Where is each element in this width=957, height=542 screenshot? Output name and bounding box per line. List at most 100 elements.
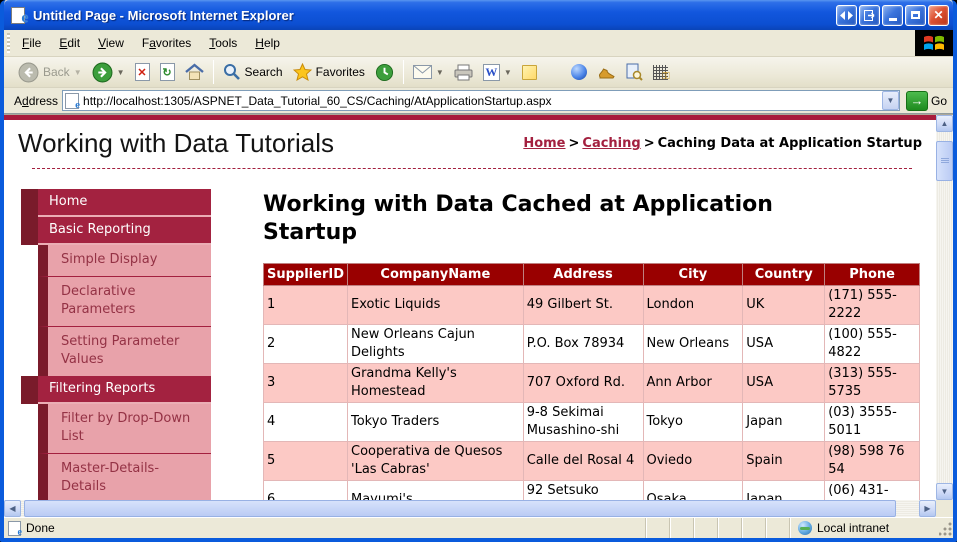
sidebar-item[interactable]: Setting Parameter Values xyxy=(38,326,211,376)
horizontal-scroll-thumb[interactable] xyxy=(24,500,896,517)
suppliers-table: SupplierIDCompanyNameAddressCityCountryP… xyxy=(263,263,920,500)
cell-phone: (171) 555-2222 xyxy=(825,286,920,325)
close-button[interactable]: ✕ xyxy=(928,5,949,26)
menu-items: FileEditViewFavoritesToolsHelp xyxy=(13,30,915,56)
breadcrumb: Home>Caching>Caching Data at Application… xyxy=(523,136,922,151)
menu-item[interactable]: Tools xyxy=(200,30,246,56)
refresh-button[interactable]: ↻ xyxy=(155,61,180,83)
cell-city: New Orleans xyxy=(643,325,743,364)
cell-supplier-id: 3 xyxy=(264,364,348,403)
ie-app-icon: e xyxy=(10,6,28,24)
status-bar: e Done Local intranet xyxy=(4,517,953,538)
forward-button[interactable]: ▼ xyxy=(87,60,130,85)
breadcrumb-home-link[interactable]: Home xyxy=(523,136,565,151)
sidebar-item[interactable]: Filtering Reports xyxy=(21,376,211,404)
address-field: e ▼ xyxy=(62,90,900,111)
menu-item[interactable]: Favorites xyxy=(133,30,200,56)
cell-supplier-id: 5 xyxy=(264,442,348,481)
vertical-scroll-thumb[interactable] xyxy=(936,141,953,181)
favorites-label: Favorites xyxy=(316,65,365,79)
menu-item[interactable]: Edit xyxy=(50,30,89,56)
column-header: CompanyName xyxy=(348,264,524,286)
browser-window: e Untitled Page - Microsoft Internet Exp… xyxy=(0,0,957,542)
messenger-sphere-icon xyxy=(571,64,587,80)
horizontal-scrollbar[interactable]: ◀ ▶ xyxy=(4,500,936,517)
edit-in-word-button[interactable]: W ▼ xyxy=(478,62,517,83)
windows-logo-throbber xyxy=(915,30,953,56)
scroll-up-button[interactable]: ▲ xyxy=(936,115,953,132)
favorites-button[interactable]: Favorites xyxy=(288,61,370,83)
mail-button[interactable]: ▼ xyxy=(408,63,449,81)
discuss-button[interactable] xyxy=(517,63,542,82)
addon-button[interactable] xyxy=(592,63,621,81)
print-icon xyxy=(454,64,473,81)
cell-company-name: Cooperativa de Quesos 'Las Cabras' xyxy=(348,442,524,481)
edit-dropdown-icon[interactable]: ▼ xyxy=(504,68,512,77)
stop-button[interactable]: ✕ xyxy=(130,61,155,83)
minimize-button[interactable] xyxy=(882,5,903,26)
back-button[interactable]: Back ▼ xyxy=(13,60,87,85)
cell-city: Oviedo xyxy=(643,442,743,481)
vertical-scrollbar[interactable]: ▲ ▼ xyxy=(936,115,953,500)
address-dropdown-button[interactable]: ▼ xyxy=(882,91,899,110)
home-button[interactable] xyxy=(180,61,209,83)
sidebar-menu: Home Basic Reporting Simple Display Decl… xyxy=(21,189,211,500)
maximize-button[interactable] xyxy=(905,5,926,26)
resize-grip[interactable] xyxy=(939,518,953,538)
site-header: Working with Data Tutorials Home>Caching… xyxy=(4,120,936,169)
sidebar-item[interactable]: Master-Details-Details xyxy=(38,453,211,500)
back-icon xyxy=(18,62,39,83)
binary-key-icon: ⚿ xyxy=(653,65,668,80)
address-input[interactable] xyxy=(83,94,882,108)
sidebar-item[interactable]: Declarative Parameters xyxy=(38,276,211,326)
back-label: Back xyxy=(43,65,70,79)
script-debug-button[interactable]: ⚿ xyxy=(648,63,673,82)
forward-dropdown-icon[interactable]: ▼ xyxy=(117,68,125,77)
sidebar-item[interactable]: Simple Display xyxy=(38,245,211,276)
search-button[interactable]: Search xyxy=(218,61,288,83)
column-header: City xyxy=(643,264,743,286)
status-text: Done xyxy=(26,521,55,535)
menu-item[interactable]: Help xyxy=(246,30,289,56)
status-message-pane: e Done xyxy=(4,521,645,536)
go-label: Go xyxy=(931,94,947,108)
menu-item[interactable]: View xyxy=(89,30,133,56)
browser-viewport: Working with Data Tutorials Home>Caching… xyxy=(4,114,953,517)
cell-city: Tokyo xyxy=(643,403,743,442)
scroll-right-button[interactable]: ▶ xyxy=(919,500,936,517)
cell-company-name: Mayumi's xyxy=(348,481,524,501)
title-bar: e Untitled Page - Microsoft Internet Exp… xyxy=(4,0,953,30)
scroll-down-button[interactable]: ▼ xyxy=(936,483,953,500)
local-intranet-globe-icon xyxy=(798,521,812,535)
table-header-row: SupplierIDCompanyNameAddressCityCountryP… xyxy=(264,264,920,286)
cell-phone: (03) 3555-5011 xyxy=(825,403,920,442)
table-row: 2 New Orleans Cajun Delights P.O. Box 78… xyxy=(264,325,920,364)
document-find-icon xyxy=(626,63,643,81)
security-zone-pane: Local intranet xyxy=(789,518,939,538)
print-button[interactable] xyxy=(449,62,478,83)
pop-out-button[interactable] xyxy=(859,5,880,26)
cell-country: Japan xyxy=(743,481,825,501)
header-divider xyxy=(32,168,912,169)
sidebar-item[interactable]: Home xyxy=(21,189,211,217)
find-document-button[interactable] xyxy=(621,61,648,83)
table-row: 3 Grandma Kelly's Homestead 707 Oxford R… xyxy=(264,364,920,403)
sidebar-item[interactable]: Filter by Drop-Down List xyxy=(38,404,211,453)
cell-country: USA xyxy=(743,364,825,403)
sidebar-item-label: Basic Reporting xyxy=(49,222,151,237)
pan-arrows-button[interactable] xyxy=(836,5,857,26)
messenger-button[interactable] xyxy=(566,62,592,82)
search-label: Search xyxy=(245,65,283,79)
menu-grip[interactable] xyxy=(5,33,12,53)
sidebar-item[interactable]: Basic Reporting xyxy=(21,217,211,245)
history-button[interactable] xyxy=(370,61,399,84)
sidebar-item-label: Simple Display xyxy=(61,252,157,267)
go-button[interactable]: → xyxy=(906,91,928,111)
toolbar-separator xyxy=(213,60,214,84)
favorites-star-icon xyxy=(293,63,312,81)
breadcrumb-caching-link[interactable]: Caching xyxy=(582,136,640,151)
menu-item[interactable]: File xyxy=(13,30,50,56)
mail-dropdown-icon[interactable]: ▼ xyxy=(436,68,444,77)
breadcrumb-current: Caching Data at Application Startup xyxy=(658,136,922,151)
scroll-left-button[interactable]: ◀ xyxy=(4,500,21,517)
